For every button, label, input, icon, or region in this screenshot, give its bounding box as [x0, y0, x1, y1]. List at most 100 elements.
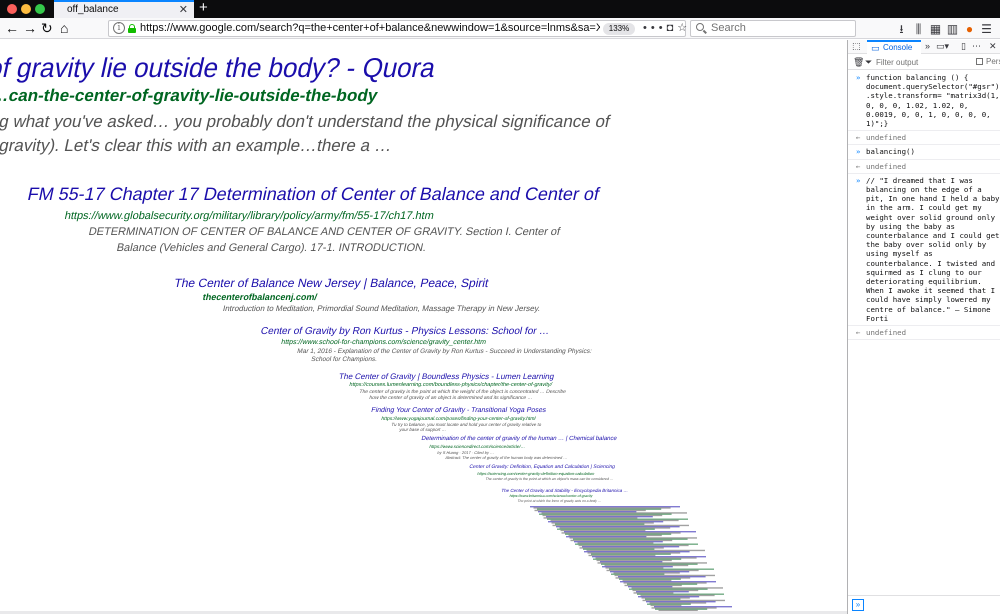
tail-text-line: [546, 516, 653, 518]
forward-button[interactable]: →: [23, 20, 37, 36]
tail-text-line: [646, 601, 716, 603]
console-filter-bar: 🗑 ⏷ Filter output Pers: [848, 55, 1000, 70]
tail-text-line: [551, 522, 654, 524]
tail-text-line: [587, 552, 681, 554]
console-result-entry: ← undefined: [848, 326, 1000, 341]
perspective-tail: [530, 506, 732, 613]
console-result-entry: ← undefined: [848, 160, 1000, 174]
tail-text-line: [615, 577, 691, 579]
tail-text-line: [605, 567, 664, 569]
tail-text-line: [565, 533, 672, 535]
zoom-badge[interactable]: 133%: [603, 23, 635, 35]
home-icon[interactable]: ⌂: [60, 20, 68, 36]
trash-icon[interactable]: 🗑: [853, 57, 864, 68]
more-tools-icon[interactable]: »: [925, 41, 930, 51]
console-code: balancing(): [866, 147, 915, 157]
bookmark-star-icon[interactable]: ☆: [677, 22, 691, 34]
tail-text-line: [623, 582, 707, 584]
tail-text-line: [620, 581, 716, 583]
responsive-mode-icon[interactable]: ▯: [961, 41, 966, 52]
tail-text-line: [583, 548, 655, 550]
tail-text-line: [552, 524, 689, 527]
page-viewport: of gravity lie outside the body? - Quora…: [0, 40, 847, 614]
page-actions-icon[interactable]: •••: [643, 22, 667, 34]
tail-text-line: [534, 509, 646, 512]
tab-close-icon[interactable]: ✕: [179, 3, 188, 16]
search-results: of gravity lie outside the body? - Quora…: [0, 40, 847, 614]
new-tab-button[interactable]: +: [199, 0, 208, 16]
console-input-entry: » // "I dreamed that I was balancing on t…: [848, 174, 1000, 327]
back-button[interactable]: ←: [5, 20, 19, 36]
tail-text-line: [611, 573, 665, 575]
tail-text-line: [555, 523, 645, 525]
tail-text-line: [640, 594, 715, 597]
tail-text-line: [632, 589, 699, 592]
tail-text-line: [566, 536, 647, 538]
console-prompt-icon: »: [852, 599, 864, 611]
tail-text-line: [602, 566, 673, 568]
tail-text-line: [568, 534, 662, 537]
extension-icon[interactable]: ▦: [927, 22, 944, 36]
tail-text-line: [619, 578, 681, 580]
menu-icon[interactable]: ☰: [978, 22, 995, 36]
tail-text-line: [624, 584, 682, 587]
search-bar[interactable]: Search: [690, 20, 856, 37]
window-maximize-button[interactable]: [35, 4, 45, 14]
tail-text-line: [655, 608, 708, 610]
tail-text-line: [633, 592, 674, 594]
input-prompt-icon: »: [856, 73, 861, 82]
tab-active[interactable]: off_balance ✕: [54, 0, 194, 18]
site-info-icon[interactable]: i: [113, 22, 125, 34]
element-picker-icon[interactable]: ⬚: [852, 41, 861, 52]
pocket-icon[interactable]: ◘: [667, 22, 678, 34]
tail-text-line: [609, 568, 714, 570]
tail-text-line: [631, 587, 723, 589]
dock-options-icon[interactable]: ▭▾: [936, 41, 949, 52]
download-icon[interactable]: ⭳: [893, 20, 910, 41]
devtools-menu-icon[interactable]: ⋯: [972, 41, 981, 52]
tail-text-line: [548, 521, 664, 523]
filter-output-input[interactable]: Filter output: [876, 58, 918, 67]
window-minimize-button[interactable]: [21, 4, 31, 14]
tail-text-line: [604, 564, 689, 567]
tail-text-line: [628, 586, 673, 588]
tail-text-line: [569, 537, 697, 539]
library-icon[interactable]: ⫼: [910, 22, 927, 37]
tail-text-line: [578, 544, 689, 547]
tail-text-line: [600, 561, 663, 563]
navigation-toolbar: ← → ↻ ⌂ i https://www.google.com/search?…: [0, 18, 1000, 39]
reload-button[interactable]: ↻: [41, 20, 53, 36]
tail-text-line: [538, 511, 637, 513]
tail-text-line: [636, 591, 689, 593]
console-input-entry: » balancing(): [848, 145, 1000, 160]
window-close-button[interactable]: [7, 4, 17, 14]
tail-text-line: [547, 518, 688, 520]
tail-text-line: [592, 556, 706, 558]
tail-text-line: [638, 596, 700, 598]
tail-text-line: [622, 579, 672, 582]
tail-text-line: [560, 529, 646, 532]
tail-text-line: [584, 551, 690, 553]
filter-icon: ⏷: [865, 57, 873, 67]
tail-text-line: [574, 541, 663, 543]
tab-title: off_balance: [67, 4, 119, 15]
tail-text-line: [595, 557, 697, 559]
tail-text-line: [550, 519, 679, 522]
devtools-panel: ⬚ ▭ Console » ▭▾ ▯ ⋯ ✕ 🗑 ⏷ Filter output…: [847, 40, 1000, 614]
devtools-close-icon[interactable]: ✕: [989, 41, 997, 52]
url-bar[interactable]: i https://www.google.com/search?q=the+ce…: [108, 20, 687, 37]
tail-text-line: [541, 512, 687, 514]
console-input[interactable]: »: [848, 595, 1000, 614]
persist-logs-checkbox[interactable]: [976, 58, 983, 65]
tab-console[interactable]: ▭ Console: [867, 40, 921, 54]
tab-strip: off_balance ✕ +: [0, 0, 1000, 18]
addon-icon[interactable]: ●: [961, 22, 978, 36]
tail-text-line: [642, 599, 725, 602]
persist-logs-label: Pers: [986, 57, 1000, 66]
tail-text-line: [533, 507, 671, 509]
url-text[interactable]: https://www.google.com/search?q=the+cent…: [140, 22, 600, 34]
tail-text-line: [591, 553, 671, 555]
result-arrow-icon: ←: [856, 133, 861, 143]
tail-text-line: [651, 607, 717, 609]
sidebar-icon[interactable]: ▥: [944, 22, 961, 36]
